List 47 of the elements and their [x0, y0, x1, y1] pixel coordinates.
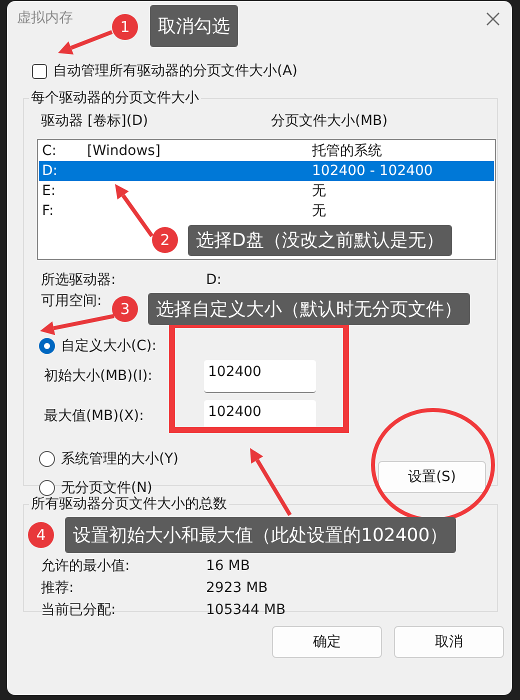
- callout-label: 设置初始大小和最大值（此处设置的102400）: [65, 517, 456, 553]
- callout-label: 选择自定义大小（默认时无分页文件）: [148, 293, 470, 325]
- column-header: 驱动器 [卷标](D): [41, 112, 150, 131]
- window-title: 虚拟内存: [17, 9, 73, 28]
- input-field[interactable]: 102400: [204, 360, 316, 393]
- pointer-arrow: [58, 30, 113, 54]
- column-header: 分页文件大小(MB): [271, 112, 388, 131]
- group-legend: 每个驱动器的分页文件大小: [29, 88, 201, 109]
- field-value: D:: [206, 271, 222, 290]
- field-value: 16 MB: [206, 556, 250, 576]
- field-label: 所选驱动器:: [41, 271, 117, 290]
- close-icon[interactable]: [486, 12, 500, 26]
- dialog-button[interactable]: 确定: [272, 626, 382, 658]
- checkbox[interactable]: [32, 64, 47, 78]
- checkbox-option[interactable]: 自动管理所有驱动器的分页文件大小(A): [32, 62, 512, 80]
- paging-size: 无: [312, 202, 326, 220]
- drive-row[interactable]: F: 无: [39, 201, 494, 221]
- paging-size: 102400 - 102400: [312, 162, 433, 180]
- set-button[interactable]: 设置(S): [378, 461, 486, 493]
- pointer-arrow: [250, 448, 292, 516]
- dialog-button[interactable]: 取消: [394, 626, 504, 658]
- field-label: 当前已分配:: [41, 600, 117, 620]
- field-label: 初始大小(MB)(I):: [44, 367, 154, 386]
- callout-label: 选择D盘（没改之前默认是无）: [188, 225, 452, 256]
- drive-letter: C:: [41, 142, 58, 160]
- paging-size: 无: [312, 182, 326, 200]
- radio-button[interactable]: [39, 338, 55, 354]
- radio-option[interactable]: 系统管理的大小(Y): [39, 449, 178, 469]
- drive-letter: F:: [41, 202, 55, 220]
- pointer-arrow: [115, 184, 154, 238]
- field-label: 可用空间:: [41, 292, 102, 311]
- radio-button[interactable]: [39, 480, 55, 496]
- field-label: 最大值(MB)(X):: [44, 407, 145, 426]
- callout-label: 取消勾选: [150, 5, 238, 47]
- field-label: 推荐:: [41, 578, 75, 598]
- drive-row[interactable]: D: 102400 - 102400: [39, 161, 494, 181]
- drive-row[interactable]: E: 无: [39, 181, 494, 201]
- volume-label: [Windows]: [87, 142, 160, 160]
- radio-button[interactable]: [39, 451, 55, 467]
- drive-letter: D:: [41, 162, 58, 180]
- paging-size: 托管的系统: [312, 142, 382, 160]
- field-value: 105344 MB: [206, 600, 286, 620]
- drive-row[interactable]: C: [Windows] 托管的系统: [39, 141, 494, 161]
- field-value: 2923 MB: [206, 578, 268, 598]
- drive-letter: E:: [41, 182, 57, 200]
- field-label: 允许的最小值:: [41, 556, 131, 576]
- radio-option[interactable]: 自定义大小(C):: [39, 336, 496, 356]
